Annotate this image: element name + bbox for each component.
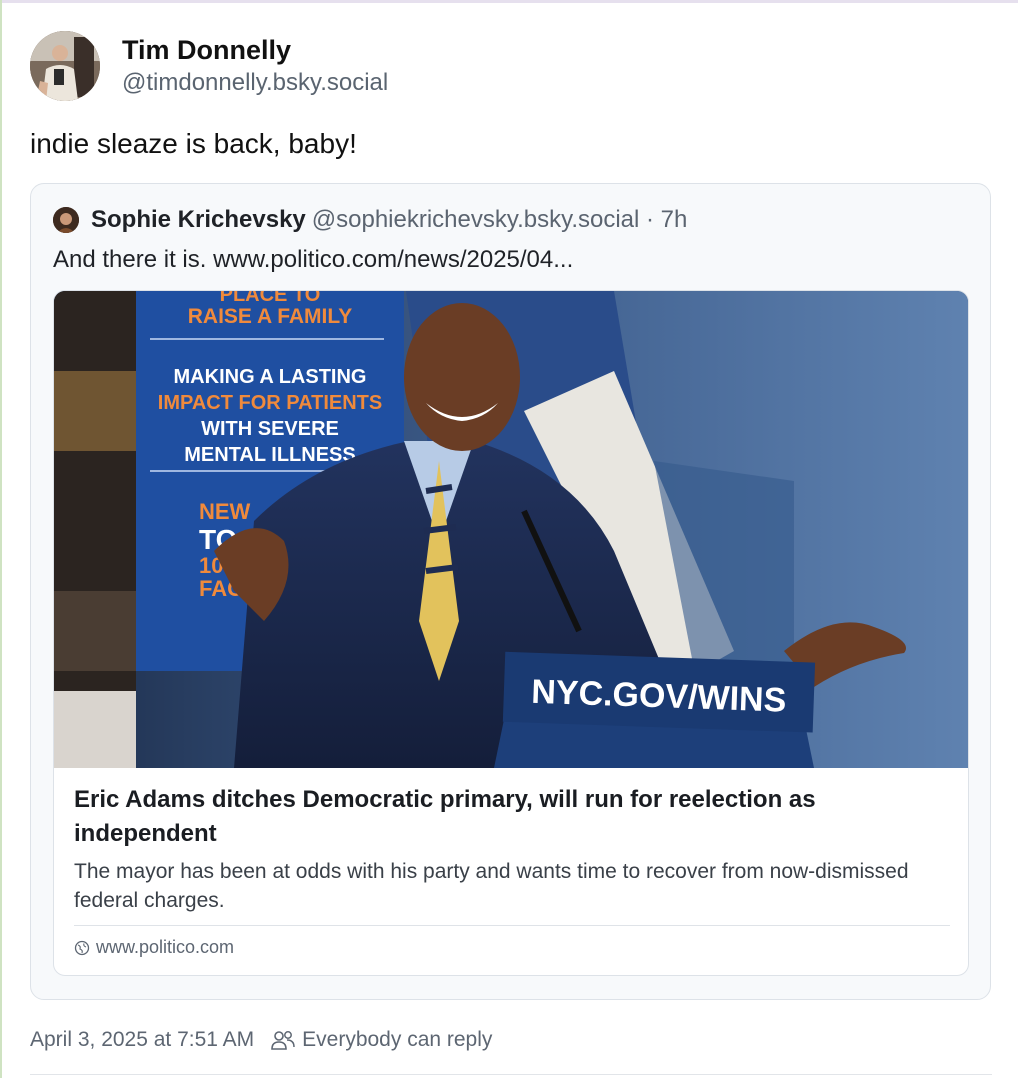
post-timestamp[interactable]: April 3, 2025 at 7:51 AM [30,1028,254,1052]
link-card-title[interactable]: Eric Adams ditches Democratic primary, w… [74,783,934,851]
banner-text: MENTAL ILLNESS [184,444,355,466]
post-bottom-divider [30,1074,992,1075]
reply-setting[interactable]: Everybody can reply [302,1028,492,1052]
quoted-author-handle[interactable]: @sophiekrichevsky.bsky.social · 7h [312,206,688,234]
quoted-author-name[interactable]: Sophie Krichevsky [91,206,306,234]
author-name[interactable]: Tim Donnelly [122,34,388,67]
post: Tim Donnelly @timdonnelly.bsky.social in… [30,28,992,1051]
link-card-domain-text: www.politico.com [96,937,235,957]
globe-icon [74,940,90,955]
quoted-post[interactable]: Sophie Krichevsky @sophiekrichevsky.bsky… [30,183,991,1000]
post-meta-row: April 3, 2025 at 7:51 AM Everybody can r… [30,1028,492,1052]
post-text: indie sleaze is back, baby! [30,128,357,159]
quoted-post-text: And there it is. www.politico.com/news/2… [53,246,574,273]
banner-text: PLACE TO [220,291,321,306]
people-icon [271,1031,295,1050]
banner-text: IMPACT FOR PATIENTS [158,392,382,414]
author-avatar[interactable] [30,31,100,101]
link-card-domain[interactable]: www.politico.com [74,937,234,958]
link-card-image[interactable]: PLACE TO RAISE A FAMILY MAKING A LASTING… [54,291,968,768]
banner-text: RAISE A FAMILY [188,305,353,328]
banner-text: MAKING A LASTING [174,366,367,388]
quoted-author-avatar[interactable] [53,207,79,233]
link-card-description: The mayor has been at odds with his part… [74,860,909,912]
link-card-divider [74,925,950,926]
banner-text: WITH SEVERE [201,418,339,440]
post-author-row[interactable]: Tim Donnelly @timdonnelly.bsky.social [30,28,992,104]
link-card[interactable]: PLACE TO RAISE A FAMILY MAKING A LASTING… [53,290,969,976]
window-top-edge [0,0,1018,3]
window-left-edge [0,0,2,1078]
banner-text: NEW [199,499,251,524]
author-handle[interactable]: @timdonnelly.bsky.social [122,67,388,99]
quoted-post-header: Sophie Krichevsky @sophiekrichevsky.bsky… [53,206,687,234]
